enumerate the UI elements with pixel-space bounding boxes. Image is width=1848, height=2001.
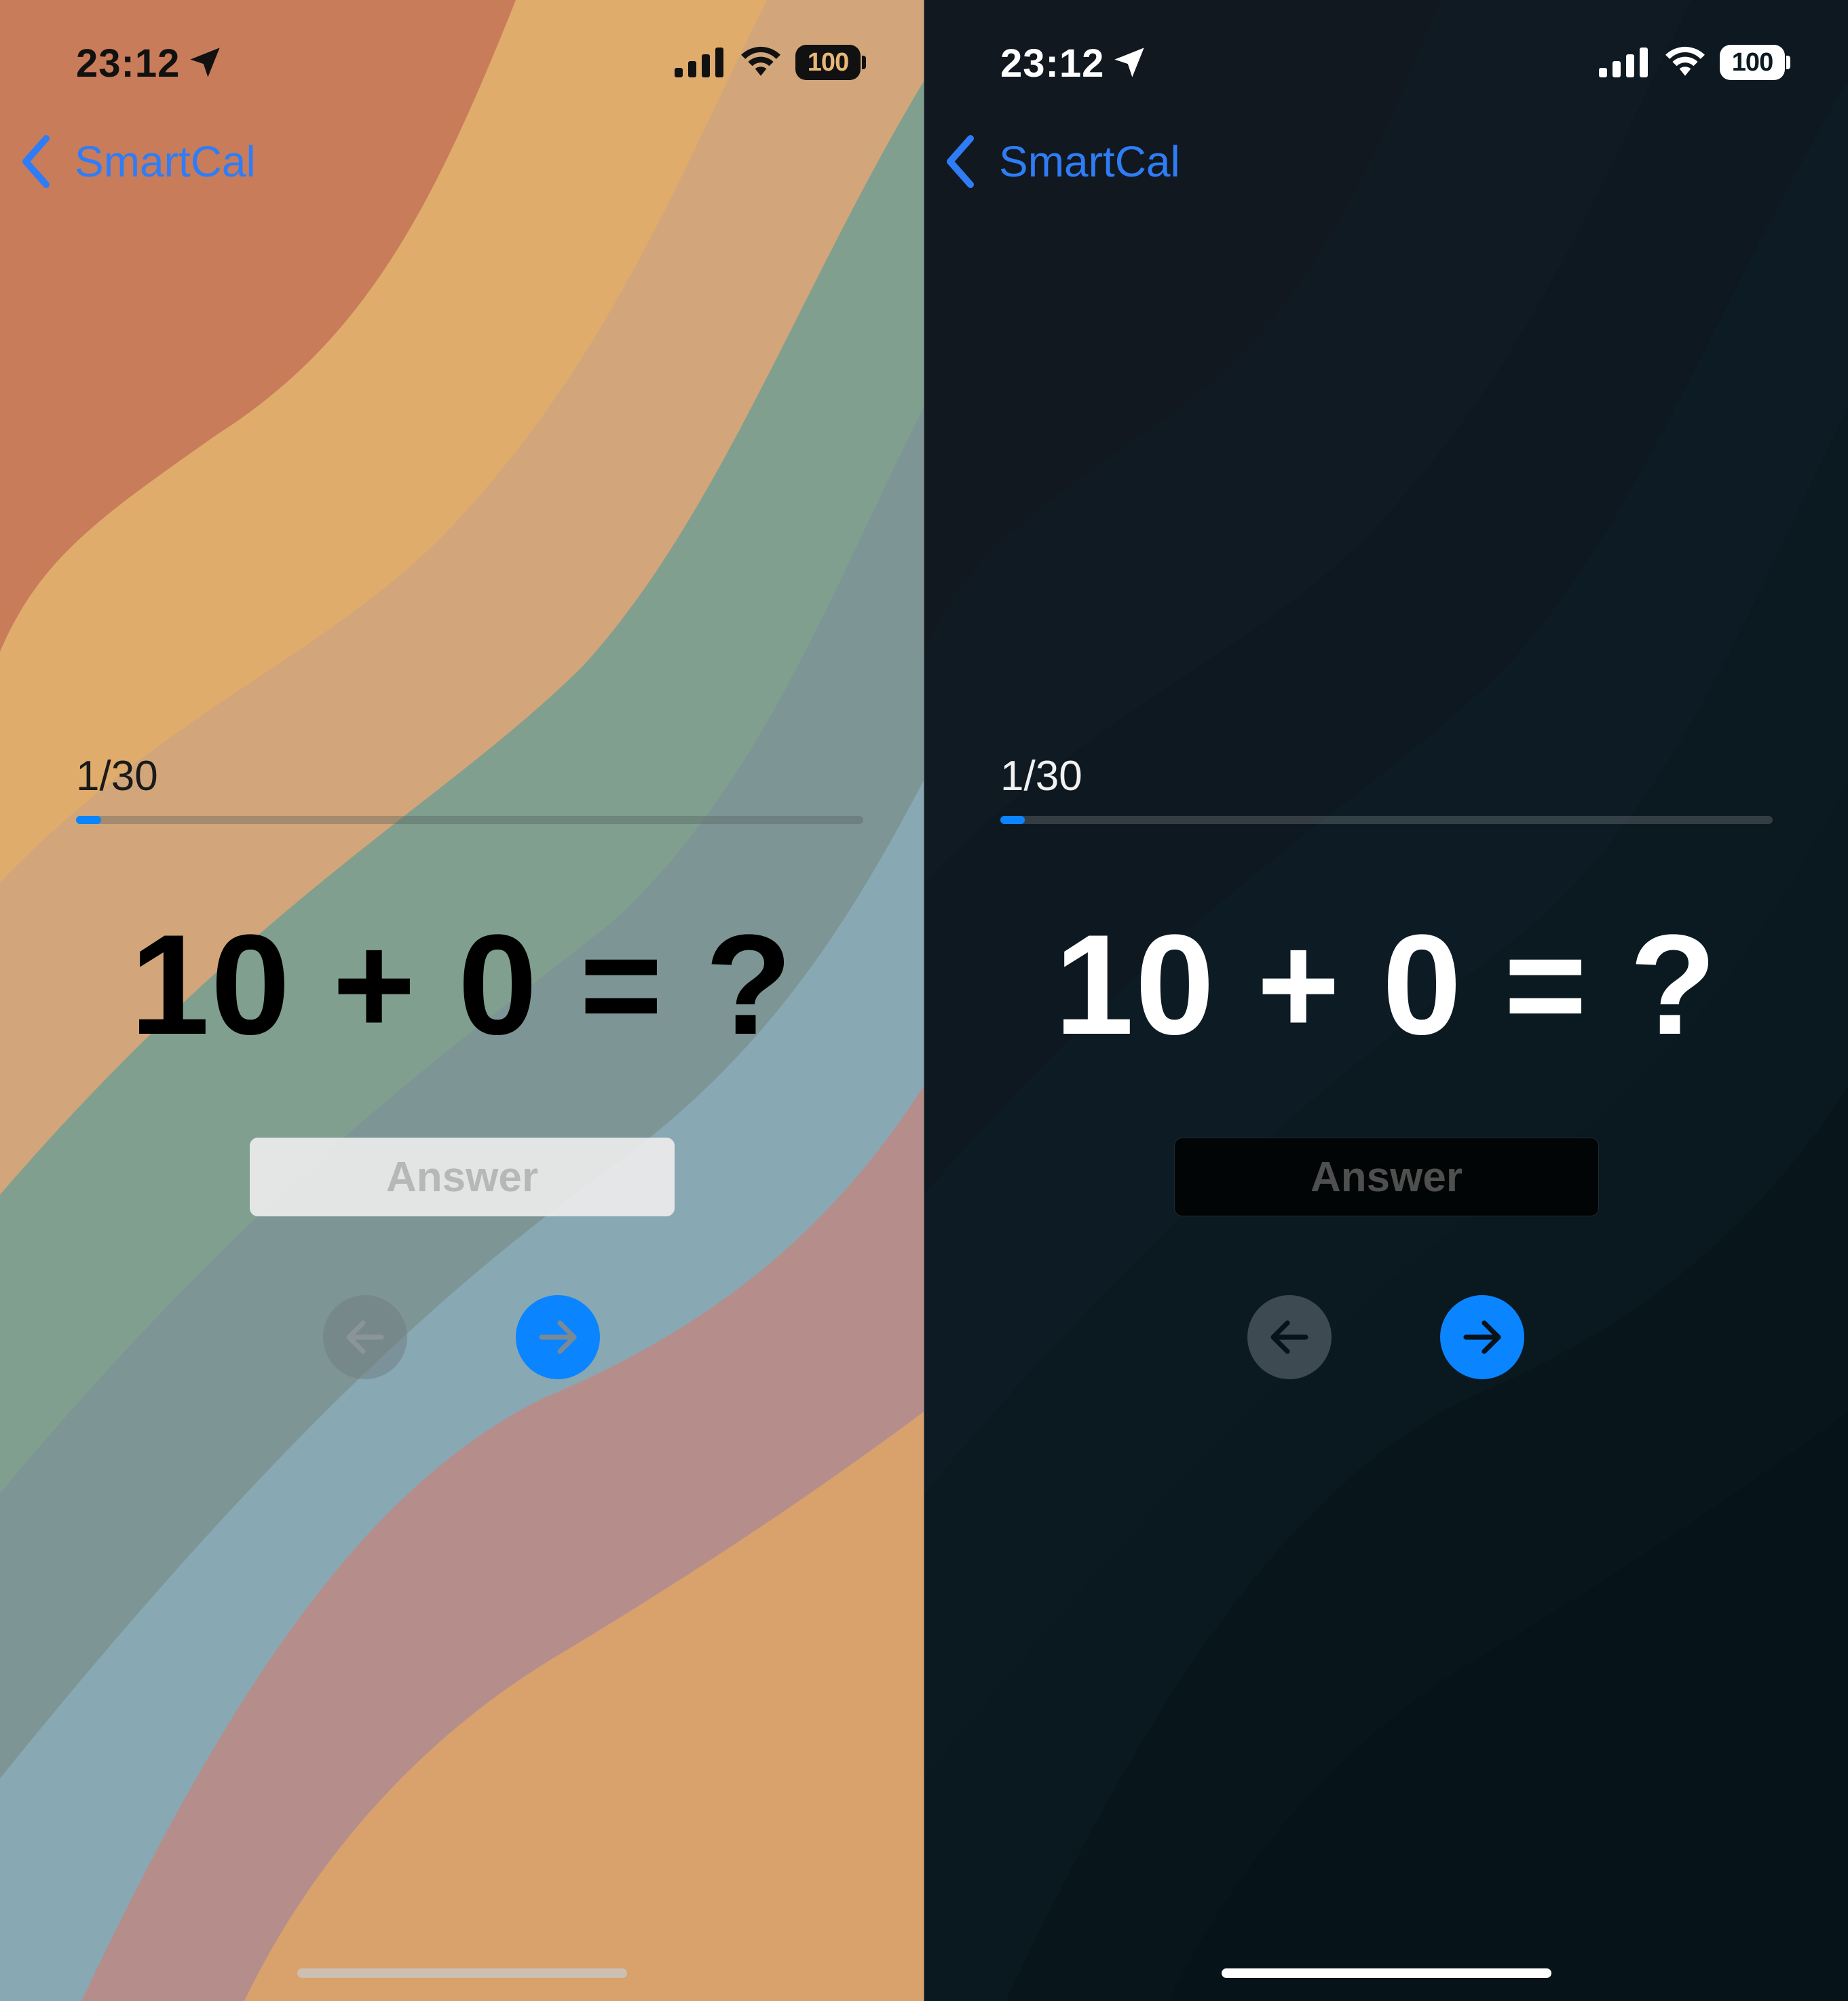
next-button[interactable]	[1440, 1295, 1524, 1379]
status-time: 23:12	[1000, 41, 1105, 86]
progress-bar	[1000, 816, 1773, 824]
battery-cap	[1786, 56, 1790, 69]
question-equation: 10 + 0 = ?	[130, 905, 794, 1064]
status-time: 23:12	[76, 41, 181, 86]
progress-bar	[76, 816, 863, 824]
answer-input[interactable]	[1174, 1138, 1599, 1216]
cellular-signal-icon	[675, 48, 723, 77]
arrow-right-icon	[539, 1320, 577, 1354]
battery-icon: 100	[1720, 45, 1785, 80]
progress-label: 1/30	[76, 753, 158, 800]
back-button[interactable]: SmartCal	[943, 133, 1180, 190]
battery-icon: 100	[795, 45, 861, 80]
wifi-icon	[741, 46, 780, 76]
next-button[interactable]	[516, 1295, 600, 1379]
battery-cap	[862, 56, 866, 69]
back-button[interactable]: SmartCal	[19, 133, 256, 190]
wifi-icon	[1665, 46, 1705, 76]
question-equation: 10 + 0 = ?	[1054, 905, 1718, 1064]
progress-label: 1/30	[1000, 753, 1082, 800]
arrow-left-icon	[1270, 1320, 1308, 1354]
back-button-label: SmartCal	[999, 137, 1180, 186]
home-indicator	[297, 1968, 627, 1978]
progress-fill	[76, 816, 101, 824]
location-arrow-icon	[1114, 48, 1144, 77]
arrow-right-icon	[1463, 1320, 1501, 1354]
chevron-left-icon	[947, 135, 974, 188]
previous-button[interactable]	[323, 1295, 407, 1379]
answer-input[interactable]	[250, 1138, 675, 1216]
chevron-left-icon	[22, 135, 50, 188]
back-button-label: SmartCal	[75, 137, 256, 186]
cellular-signal-icon	[1599, 48, 1648, 77]
progress-fill	[1000, 816, 1025, 824]
home-indicator	[1222, 1968, 1551, 1978]
dark-mode-screen: 23:12 100 SmartCal 1/30 10 + 0 = ?	[924, 0, 1848, 2001]
location-arrow-icon	[190, 48, 220, 77]
light-mode-screen: 23:12 100 SmartCal 1/30 10 + 0 = ?	[0, 0, 924, 2001]
arrow-left-icon	[346, 1320, 384, 1354]
previous-button[interactable]	[1247, 1295, 1332, 1379]
